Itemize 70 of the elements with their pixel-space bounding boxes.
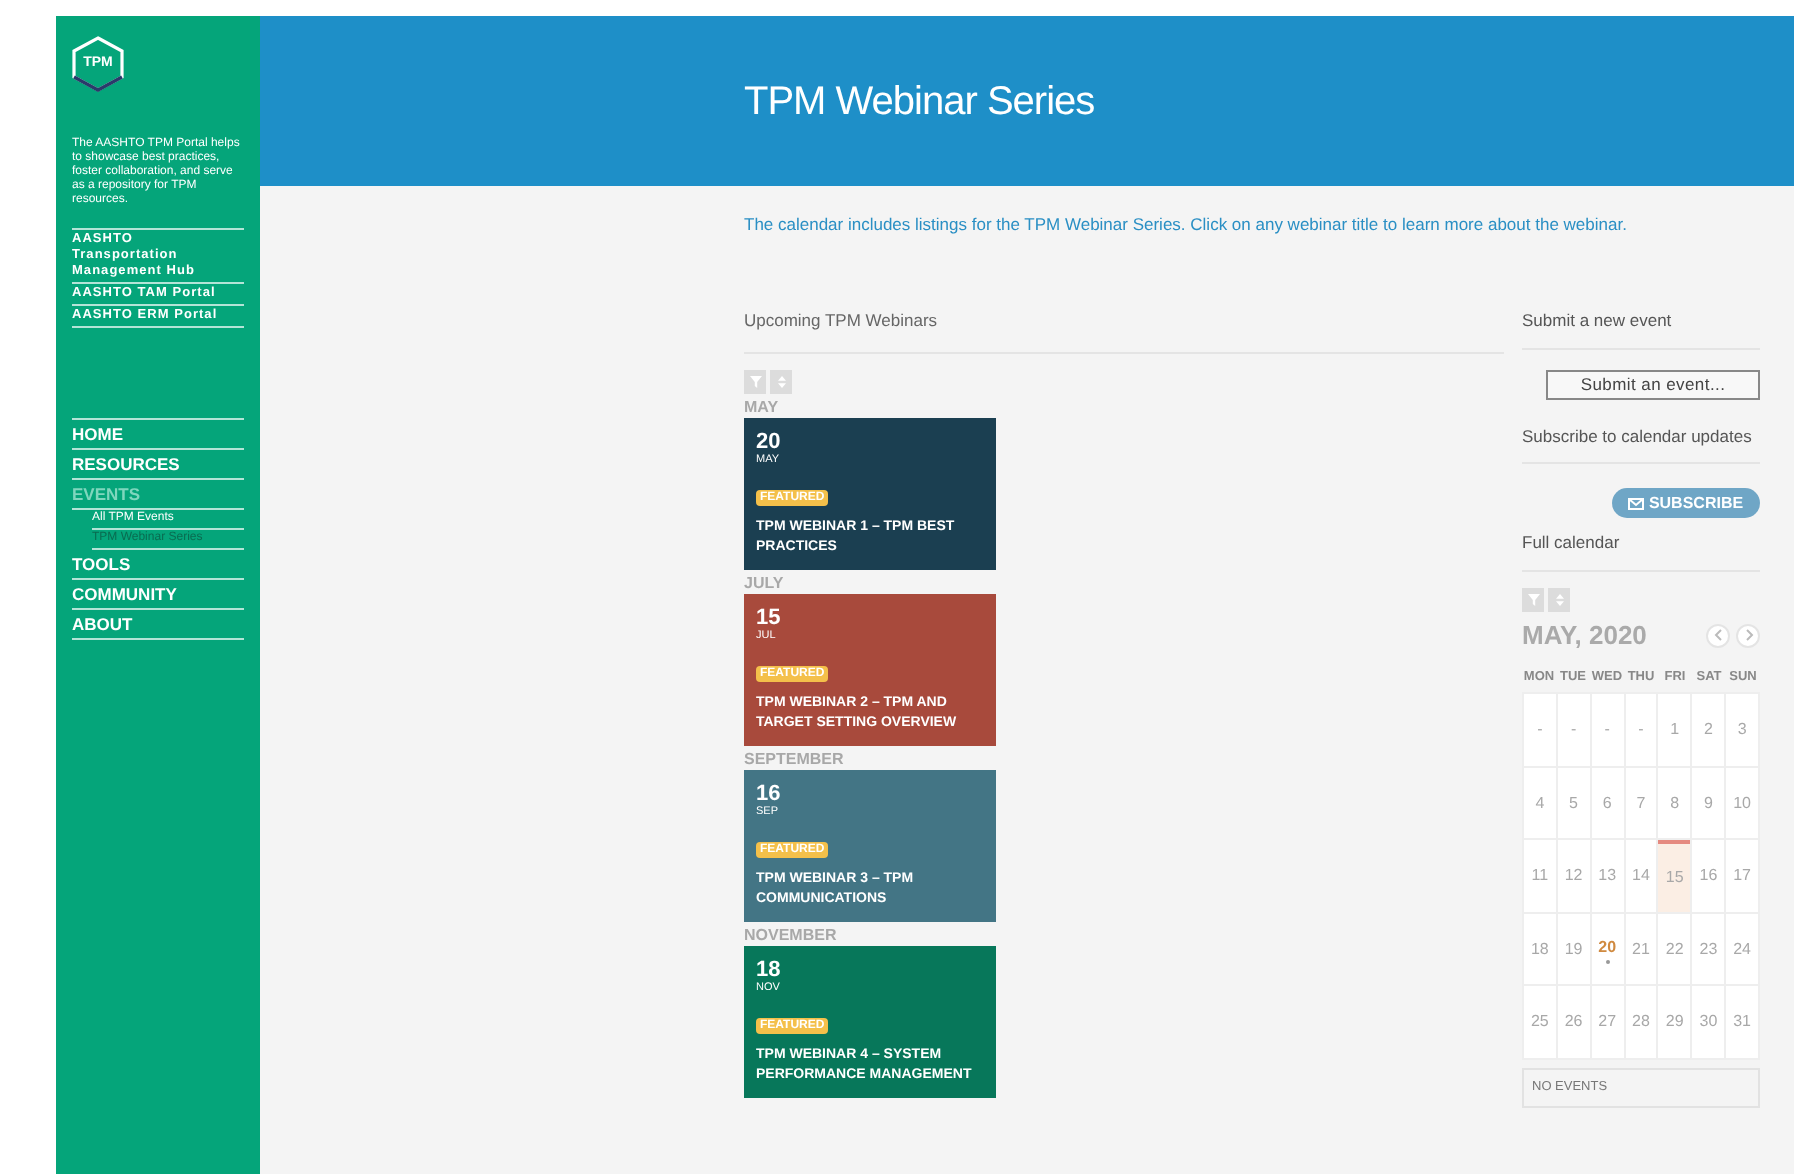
previous-month-button[interactable] (1706, 623, 1730, 648)
section-heading: Full calendar (1522, 530, 1760, 572)
day-cell[interactable]: 28 (1625, 986, 1657, 1058)
month-label: SEPTEMBER (744, 749, 846, 769)
day-cell[interactable]: - (1591, 694, 1624, 766)
nav-link[interactable]: TOOLS (72, 550, 244, 580)
day-cell[interactable]: - (1625, 694, 1657, 766)
day-cell[interactable]: 6 (1591, 767, 1624, 839)
nav-link[interactable]: ABOUT (72, 610, 244, 640)
day-cell[interactable]: 26 (1557, 986, 1590, 1058)
day-cell[interactable]: 24 (1726, 913, 1758, 985)
day-cell[interactable]: 16 (1692, 840, 1725, 912)
day-cell[interactable]: - (1524, 694, 1556, 766)
section-heading: Submit a new event (1522, 307, 1760, 349)
month-label: NOVEMBER (744, 925, 839, 945)
filter-icon (749, 375, 761, 387)
day-cell[interactable]: 20 (1591, 913, 1624, 985)
sort-button[interactable] (1548, 588, 1570, 612)
sort-icon (777, 375, 785, 387)
subscribe-button[interactable]: SUBSCRIBE (1612, 488, 1760, 519)
day-cell[interactable]: 8 (1658, 767, 1691, 839)
day-cell[interactable]: 10 (1726, 767, 1758, 839)
day-cell[interactable]: 25 (1524, 986, 1556, 1058)
day-cell[interactable]: 22 (1658, 913, 1691, 985)
day-cell[interactable]: 14 (1625, 840, 1657, 912)
day-cell[interactable]: 13 (1591, 840, 1624, 912)
day-cell[interactable]: 5 (1557, 767, 1590, 839)
filter-icon (1527, 594, 1539, 606)
day-cell[interactable]: 18 (1524, 913, 1556, 985)
page-title: TPM Webinar Series (744, 77, 1095, 127)
day-cell[interactable]: 21 (1625, 913, 1657, 985)
day-cell[interactable]: 12 (1557, 840, 1590, 912)
nav-link[interactable]: HOME (72, 420, 244, 450)
day-cell[interactable]: 30 (1692, 986, 1725, 1058)
day-cell[interactable]: - (1557, 694, 1590, 766)
event-day: 15 (756, 607, 984, 629)
section-heading: Upcoming TPM Webinars (744, 307, 1504, 353)
filter-button[interactable] (744, 369, 766, 393)
day-cell[interactable]: 2 (1692, 694, 1725, 766)
calendar-title: MAY, 2020 (1522, 618, 1647, 654)
day-cell[interactable]: 15 (1658, 840, 1691, 912)
day-cell[interactable]: 17 (1726, 840, 1758, 912)
nav-link[interactable]: EVENTS (72, 480, 244, 510)
day-cell[interactable]: 31 (1726, 986, 1758, 1058)
submit-button[interactable]: Submit an event... (1546, 369, 1760, 399)
day-cell[interactable]: 11 (1524, 840, 1556, 912)
day-cell[interactable]: 23 (1692, 913, 1725, 985)
month-label: MAY (744, 397, 781, 417)
day-cell[interactable]: 7 (1625, 767, 1657, 839)
event-day: 20 (756, 431, 984, 453)
section-heading: Subscribe to calendar updates (1522, 423, 1760, 465)
next-month-button[interactable] (1736, 623, 1760, 648)
chevron-left-icon (1709, 626, 1727, 645)
month-label: JULY (744, 573, 786, 593)
event-day: 18 (756, 959, 984, 981)
day-cell[interactable]: 29 (1658, 986, 1691, 1058)
day-cell[interactable]: 9 (1692, 767, 1725, 839)
sort-button[interactable] (770, 369, 792, 393)
day-cell[interactable]: 27 (1591, 986, 1624, 1058)
sort-icon (1555, 594, 1563, 606)
intro-text: The calendar includes listings for the TPM Webinar Series. Click on any webinar title to learn more about the webinar. (744, 212, 1629, 238)
day-cell[interactable]: 1 (1658, 694, 1691, 766)
nav-link[interactable]: COMMUNITY (72, 580, 244, 610)
event-day: 16 (756, 783, 984, 805)
day-cell[interactable]: 3 (1726, 694, 1758, 766)
day-cell[interactable]: 4 (1524, 767, 1556, 839)
mail-icon (1628, 497, 1645, 510)
day-cell[interactable]: 19 (1557, 913, 1590, 985)
filter-button[interactable] (1522, 588, 1544, 612)
nav-link[interactable]: RESOURCES (72, 450, 244, 480)
